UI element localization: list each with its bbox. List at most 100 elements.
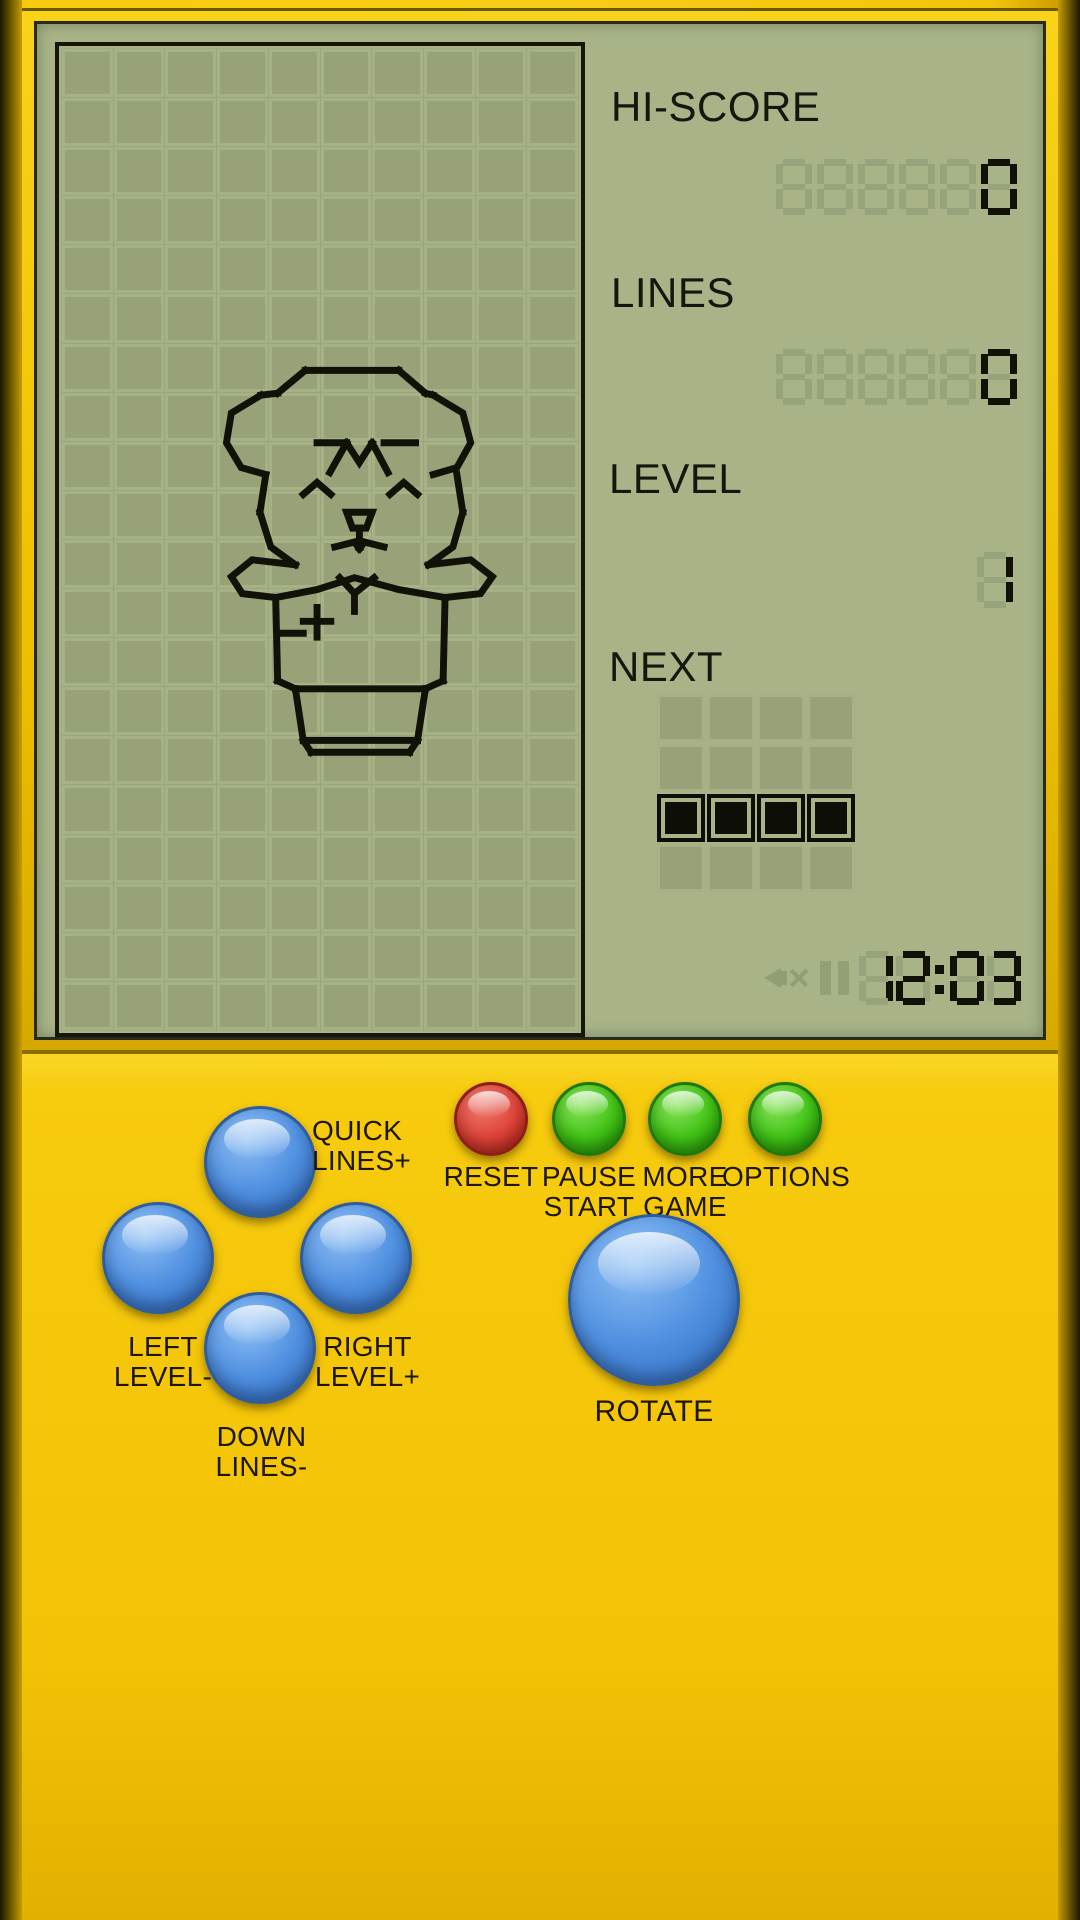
- playfield-cell: [371, 637, 424, 688]
- seven-segment-digit: [981, 159, 1017, 215]
- playfield-cell: [371, 47, 424, 99]
- playfield-cell: [112, 97, 166, 148]
- next-cell-empty: [807, 694, 855, 742]
- playfield-cell: [371, 293, 424, 344]
- playfield-cell: [112, 882, 166, 933]
- next-cell-empty: [707, 744, 755, 792]
- playfield-cell: [474, 882, 528, 933]
- dpad-right-button[interactable]: [300, 1202, 412, 1314]
- playfield-cell: [267, 195, 321, 246]
- playfield-cell: [422, 47, 476, 99]
- playfield-cell: [267, 440, 321, 491]
- playfield-cell: [371, 588, 424, 639]
- playfield-cell: [474, 833, 528, 884]
- playfield-cell: [371, 735, 424, 786]
- playfield-cell: [371, 489, 424, 540]
- playfield-cell: [526, 882, 579, 933]
- playfield-cell: [112, 47, 166, 99]
- playfield-cell: [61, 97, 114, 148]
- playfield-cell: [474, 146, 528, 197]
- playfield-cell: [267, 47, 321, 99]
- seven-segment-digit: [940, 349, 976, 405]
- playfield-cell: [526, 980, 579, 1031]
- playfield-cell: [216, 931, 269, 982]
- playfield-cell: [164, 588, 218, 639]
- playfield-cell: [267, 97, 321, 148]
- playfield-cell: [216, 97, 269, 148]
- options-button[interactable]: [748, 1082, 822, 1156]
- next-piece-preview: [657, 694, 855, 892]
- speaker-mute-icon[interactable]: [764, 959, 810, 997]
- playfield-cell: [371, 342, 424, 393]
- playfield-cell: [112, 735, 166, 786]
- playfield-cell: [61, 931, 114, 982]
- dpad-left-button[interactable]: [102, 1202, 214, 1314]
- playfield-cell: [526, 538, 579, 590]
- playfield-cell: [474, 47, 528, 99]
- dpad-down-button[interactable]: [204, 1292, 316, 1404]
- playfield-cell: [216, 146, 269, 197]
- screen-housing: HI-SCORE LINES LEVEL NEXT: [22, 8, 1058, 1050]
- playfield-cell: [112, 980, 166, 1031]
- playfield-cell: [422, 244, 476, 295]
- playfield-cell: [319, 489, 373, 540]
- playfield-cell: [422, 833, 476, 884]
- next-cell-empty: [757, 744, 805, 792]
- next-cell-filled: [707, 794, 755, 842]
- playfield-cell: [61, 146, 114, 197]
- playfield-cell: [422, 931, 476, 982]
- more-game-button[interactable]: [648, 1082, 722, 1156]
- playfield-cell: [112, 146, 166, 197]
- playfield-cell: [526, 637, 579, 688]
- playfield-cell: [422, 440, 476, 491]
- playfield-cell: [164, 489, 218, 540]
- seven-segment-digit: [899, 349, 935, 405]
- playfield-cell: [474, 538, 528, 590]
- playfield-cell: [216, 980, 269, 1031]
- lines-value: [603, 349, 1035, 405]
- rotate-button[interactable]: [568, 1214, 740, 1386]
- playfield-cell: [319, 833, 373, 884]
- pause-start-button[interactable]: [552, 1082, 626, 1156]
- playfield-cell: [61, 195, 114, 246]
- playfield-cell: [61, 391, 114, 442]
- playfield-cell: [371, 244, 424, 295]
- game-playfield[interactable]: [55, 42, 585, 1037]
- playfield-cell: [526, 146, 579, 197]
- playfield-cell: [216, 784, 269, 835]
- pause-icon[interactable]: [820, 961, 849, 995]
- playfield-cell: [164, 882, 218, 933]
- options-label: OPTIONS: [721, 1161, 851, 1192]
- reset-button[interactable]: [454, 1082, 528, 1156]
- seven-segment-digit: [896, 951, 930, 1005]
- next-cell-empty: [707, 844, 755, 892]
- seven-segment-digit: [899, 159, 935, 215]
- playfield-cell: [474, 931, 528, 982]
- seven-segment-digit: [987, 951, 1021, 1005]
- playfield-cell: [164, 980, 218, 1031]
- playfield-cell: [474, 391, 528, 442]
- clock-display: [859, 951, 1021, 1005]
- playfield-cell: [319, 342, 373, 393]
- playfield-cell: [61, 637, 114, 688]
- playfield-cell: [474, 686, 528, 737]
- playfield-cell: [474, 784, 528, 835]
- playfield-cell: [526, 293, 579, 344]
- dpad-up-button[interactable]: [204, 1106, 316, 1218]
- lcd-screen: HI-SCORE LINES LEVEL NEXT: [34, 21, 1046, 1040]
- playfield-cell: [526, 195, 579, 246]
- playfield-cell: [319, 784, 373, 835]
- playfield-cell: [216, 637, 269, 688]
- playfield-cell: [422, 882, 476, 933]
- hi-score-value: [603, 159, 1035, 215]
- playfield-cell: [216, 342, 269, 393]
- playfield-cell: [112, 588, 166, 639]
- playfield-cell: [267, 489, 321, 540]
- playfield-cell: [526, 47, 579, 99]
- playfield-cell: [526, 440, 579, 491]
- playfield-cell: [422, 391, 476, 442]
- playfield-cell: [164, 391, 218, 442]
- playfield-cell: [267, 686, 321, 737]
- playfield-cell: [267, 293, 321, 344]
- playfield-cell: [474, 588, 528, 639]
